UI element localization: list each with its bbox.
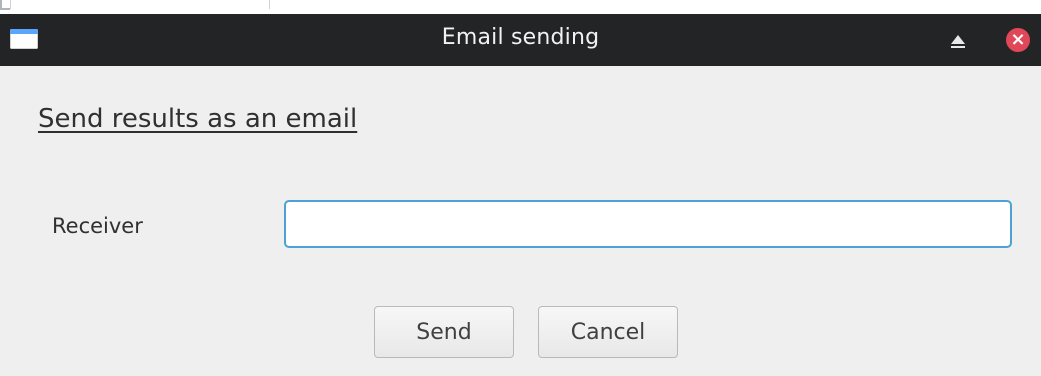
close-button[interactable]: × — [1004, 26, 1032, 54]
background-tab — [10, 0, 270, 9]
background-corner-icon — [0, 0, 10, 10]
receiver-label: Receiver — [52, 214, 143, 238]
send-button[interactable]: Send — [374, 306, 514, 358]
window-title: Email sending — [441, 25, 600, 50]
eject-icon — [951, 34, 965, 48]
close-icon: × — [1006, 28, 1030, 52]
maximize-button[interactable] — [944, 26, 972, 54]
titlebar: Email sending × — [0, 14, 1041, 66]
cancel-button[interactable]: Cancel — [538, 306, 678, 358]
email-sending-dialog: Email sending × Send results as an email… — [0, 14, 1041, 376]
background-app-strip — [0, 0, 1041, 12]
page-title: Send results as an email — [38, 104, 358, 134]
receiver-input[interactable] — [284, 200, 1012, 248]
dialog-content: Send results as an email Receiver Send C… — [0, 66, 1041, 376]
